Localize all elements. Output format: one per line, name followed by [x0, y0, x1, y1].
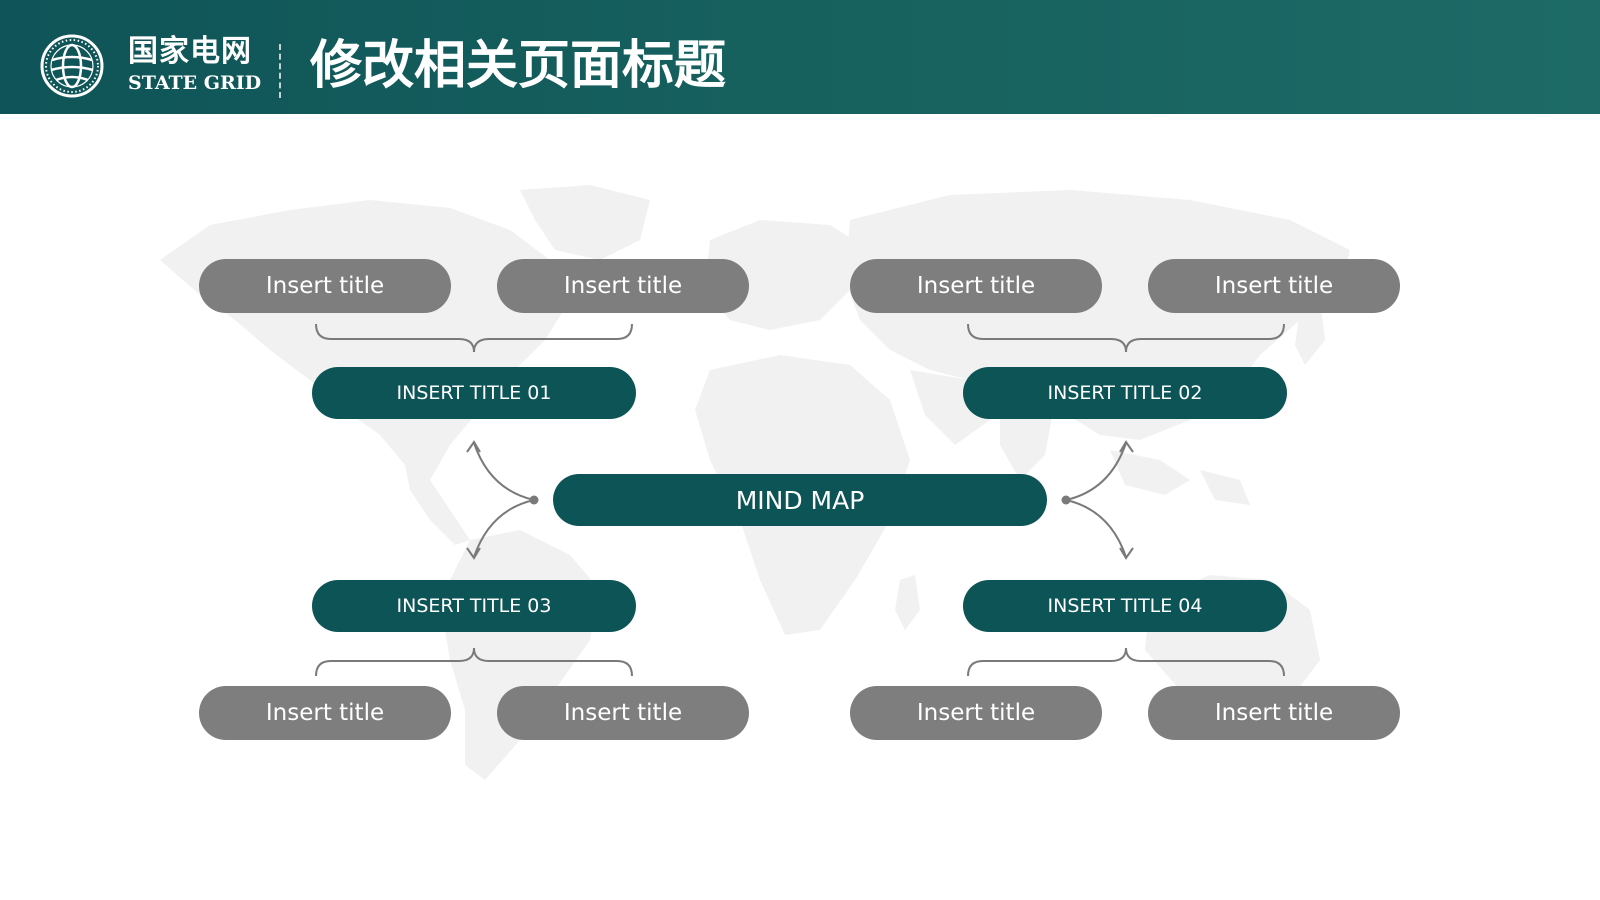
header-bar: 国家电网 STATE GRID 修改相关页面标题 — [0, 0, 1600, 114]
mind-map-center: MIND MAP — [553, 474, 1047, 526]
subtopic-04-a: Insert title — [850, 686, 1102, 740]
header-divider — [279, 44, 281, 98]
page-title: 修改相关页面标题 — [310, 36, 727, 96]
subtopic-02-b: Insert title — [1148, 259, 1400, 313]
subtopic-04-b: Insert title — [1148, 686, 1400, 740]
branch-01: INSERT TITLE 01 — [312, 367, 636, 419]
branch-02: INSERT TITLE 02 — [963, 367, 1287, 419]
brand-name-en: STATE GRID — [128, 72, 262, 94]
subtopic-01-b: Insert title — [497, 259, 749, 313]
subtopic-03-b: Insert title — [497, 686, 749, 740]
subtopic-01-a: Insert title — [199, 259, 451, 313]
brand-name-cn: 国家电网 — [128, 34, 252, 69]
subtopic-02-a: Insert title — [850, 259, 1102, 313]
branch-03: INSERT TITLE 03 — [312, 580, 636, 632]
branch-04: INSERT TITLE 04 — [963, 580, 1287, 632]
subtopic-03-a: Insert title — [199, 686, 451, 740]
state-grid-logo-icon — [40, 34, 104, 98]
